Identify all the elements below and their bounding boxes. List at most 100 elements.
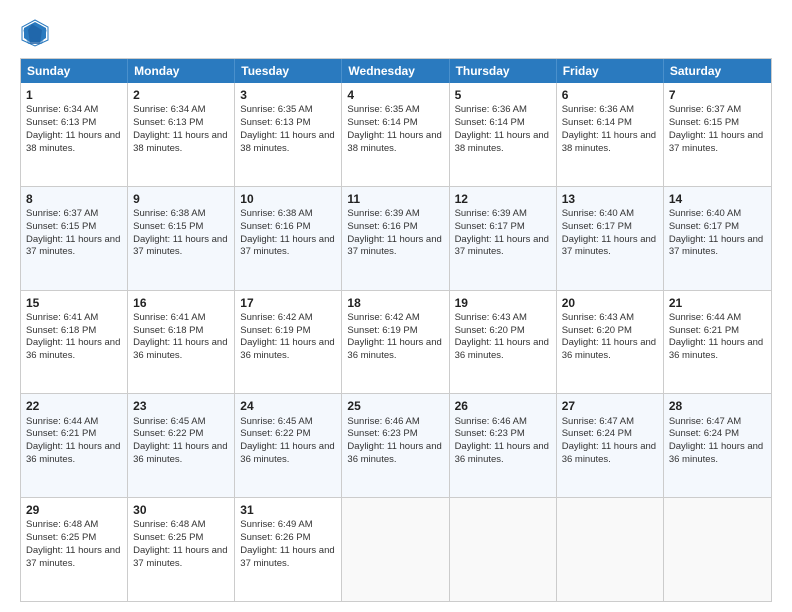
day-number: 25 bbox=[347, 398, 443, 414]
calendar-header-friday: Friday bbox=[557, 59, 664, 83]
day-number: 8 bbox=[26, 191, 122, 207]
calendar-body: 1 Sunrise: 6:34 AM Sunset: 6:13 PM Daylight… bbox=[21, 83, 771, 601]
sunrise-label: Sunrise: 6:40 AM bbox=[562, 208, 634, 219]
sunset-label: Sunset: 6:19 PM bbox=[347, 325, 417, 336]
calendar-cell: 6Sunrise: 6:36 AM Sunset: 6:14 PM Daylight… bbox=[557, 83, 664, 186]
page: SundayMondayTuesdayWednesdayThursdayFrid… bbox=[0, 0, 792, 612]
sunset-label: Sunset: 6:14 PM bbox=[455, 117, 525, 128]
calendar-cell: 31Sunrise: 6:49 AMSunset: 6:26 PMDayligh… bbox=[235, 498, 342, 601]
sunrise-label: Sunrise: 6:37 AM bbox=[26, 208, 98, 219]
daylight-label: Daylight: 11 hours and 37 minutes. bbox=[562, 234, 656, 258]
daylight-label: Daylight: 11 hours and 37 minutes. bbox=[669, 130, 763, 154]
daylight-label: Daylight: 11 hours and 38 minutes. bbox=[455, 130, 549, 154]
sunrise-label: Sunrise: 6:44 AM bbox=[26, 416, 98, 427]
sunset-label: Sunset: 6:15 PM bbox=[26, 221, 96, 232]
daylight-label: Daylight: 11 hours and 37 minutes. bbox=[133, 234, 227, 258]
sunset-label: Sunset: 6:20 PM bbox=[455, 325, 525, 336]
calendar-cell: 5Sunrise: 6:36 AMSunset: 6:14 PMDaylight… bbox=[450, 83, 557, 186]
calendar-cell: 13Sunrise: 6:40 AMSunset: 6:17 PMDayligh… bbox=[557, 187, 664, 290]
sunset-label: Sunset: 6:13 PM bbox=[240, 117, 310, 128]
daylight-label: Daylight: 11 hours and 36 minutes. bbox=[669, 337, 763, 361]
sunrise-label: Sunrise: 6:36 AM bbox=[562, 104, 634, 115]
daylight-label: Daylight: 11 hours and 37 minutes. bbox=[26, 545, 120, 569]
sunset-label: Sunset: 6:23 PM bbox=[347, 428, 417, 439]
day-number: 14 bbox=[669, 191, 766, 207]
day-number: 21 bbox=[669, 295, 766, 311]
daylight-label: Daylight: 11 hours and 36 minutes. bbox=[240, 441, 334, 465]
daylight-label: Daylight: 11 hours and 37 minutes. bbox=[240, 234, 334, 258]
sunrise-label: Sunrise: 6:47 AM bbox=[669, 416, 741, 427]
sunrise-label: Sunrise: 6:34 AM bbox=[133, 104, 205, 115]
sunset-label: Sunset: 6:17 PM bbox=[562, 221, 632, 232]
daylight-label: Daylight: 11 hours and 38 minutes. bbox=[26, 130, 120, 154]
daylight-label: Daylight: 11 hours and 36 minutes. bbox=[240, 337, 334, 361]
sunrise-label: Sunrise: 6:39 AM bbox=[347, 208, 419, 219]
sunset-label: Sunset: 6:25 PM bbox=[133, 532, 203, 543]
daylight-label: Daylight: 11 hours and 36 minutes. bbox=[562, 441, 656, 465]
calendar-cell: 17Sunrise: 6:42 AMSunset: 6:19 PMDayligh… bbox=[235, 291, 342, 394]
calendar-cell: 30Sunrise: 6:48 AMSunset: 6:25 PMDayligh… bbox=[128, 498, 235, 601]
calendar-cell: 11Sunrise: 6:39 AMSunset: 6:16 PMDayligh… bbox=[342, 187, 449, 290]
daylight-label: Daylight: 11 hours and 37 minutes. bbox=[455, 234, 549, 258]
sunset-label: Sunset: 6:17 PM bbox=[455, 221, 525, 232]
calendar-cell: 18Sunrise: 6:42 AMSunset: 6:19 PMDayligh… bbox=[342, 291, 449, 394]
calendar-header-thursday: Thursday bbox=[450, 59, 557, 83]
calendar-cell: 21Sunrise: 6:44 AMSunset: 6:21 PMDayligh… bbox=[664, 291, 771, 394]
day-number: 9 bbox=[133, 191, 229, 207]
day-number: 24 bbox=[240, 398, 336, 414]
day-number: 19 bbox=[455, 295, 551, 311]
calendar-header-saturday: Saturday bbox=[664, 59, 771, 83]
daylight-label: Daylight: 11 hours and 36 minutes. bbox=[455, 441, 549, 465]
sunset-label: Sunset: 6:20 PM bbox=[562, 325, 632, 336]
sunset-label: Sunset: 6:21 PM bbox=[26, 428, 96, 439]
calendar-cell: 14Sunrise: 6:40 AMSunset: 6:17 PMDayligh… bbox=[664, 187, 771, 290]
day-number: 27 bbox=[562, 398, 658, 414]
calendar-cell: 27Sunrise: 6:47 AMSunset: 6:24 PMDayligh… bbox=[557, 394, 664, 497]
daylight-label: Daylight: 11 hours and 36 minutes. bbox=[133, 441, 227, 465]
daylight-label: Daylight: 11 hours and 36 minutes. bbox=[347, 441, 441, 465]
day-number: 29 bbox=[26, 502, 122, 518]
calendar-header-tuesday: Tuesday bbox=[235, 59, 342, 83]
calendar-cell: 12Sunrise: 6:39 AMSunset: 6:17 PMDayligh… bbox=[450, 187, 557, 290]
calendar-header-wednesday: Wednesday bbox=[342, 59, 449, 83]
daylight-label: Daylight: 11 hours and 36 minutes. bbox=[26, 337, 120, 361]
daylight-label: Daylight: 11 hours and 36 minutes. bbox=[562, 337, 656, 361]
calendar-header-sunday: Sunday bbox=[21, 59, 128, 83]
sunset-label: Sunset: 6:13 PM bbox=[26, 117, 96, 128]
daylight-label: Daylight: 11 hours and 38 minutes. bbox=[133, 130, 227, 154]
calendar-cell: 4Sunrise: 6:35 AMSunset: 6:14 PMDaylight… bbox=[342, 83, 449, 186]
day-number: 6 bbox=[562, 87, 658, 103]
sunset-label: Sunset: 6:14 PM bbox=[562, 117, 632, 128]
sunrise-label: Sunrise: 6:38 AM bbox=[133, 208, 205, 219]
sunrise-label: Sunrise: 6:49 AM bbox=[240, 519, 312, 530]
day-number: 4 bbox=[347, 87, 443, 103]
day-number: 16 bbox=[133, 295, 229, 311]
day-number: 1 bbox=[26, 87, 122, 103]
sunrise-label: Sunrise: 6:39 AM bbox=[455, 208, 527, 219]
sunset-label: Sunset: 6:24 PM bbox=[669, 428, 739, 439]
daylight-label: Daylight: 11 hours and 36 minutes. bbox=[133, 337, 227, 361]
sunrise-label: Sunrise: 6:47 AM bbox=[562, 416, 634, 427]
sunrise-label: Sunrise: 6:43 AM bbox=[562, 312, 634, 323]
sunrise-label: Sunrise: 6:46 AM bbox=[347, 416, 419, 427]
daylight-label: Daylight: 11 hours and 37 minutes. bbox=[669, 234, 763, 258]
calendar-header: SundayMondayTuesdayWednesdayThursdayFrid… bbox=[21, 59, 771, 83]
calendar-cell: 16Sunrise: 6:41 AMSunset: 6:18 PMDayligh… bbox=[128, 291, 235, 394]
calendar-cell: 20Sunrise: 6:43 AMSunset: 6:20 PMDayligh… bbox=[557, 291, 664, 394]
sunrise-label: Sunrise: 6:35 AM bbox=[240, 104, 312, 115]
daylight-label: Daylight: 11 hours and 38 minutes. bbox=[562, 130, 656, 154]
calendar-cell bbox=[342, 498, 449, 601]
daylight-label: Daylight: 11 hours and 36 minutes. bbox=[347, 337, 441, 361]
daylight-label: Daylight: 11 hours and 38 minutes. bbox=[240, 130, 334, 154]
sunrise-label: Sunrise: 6:46 AM bbox=[455, 416, 527, 427]
day-number: 15 bbox=[26, 295, 122, 311]
calendar-cell: 26Sunrise: 6:46 AMSunset: 6:23 PMDayligh… bbox=[450, 394, 557, 497]
sunrise-label: Sunrise: 6:37 AM bbox=[669, 104, 741, 115]
calendar-cell bbox=[450, 498, 557, 601]
sunrise-label: Sunrise: 6:43 AM bbox=[455, 312, 527, 323]
daylight-label: Daylight: 11 hours and 37 minutes. bbox=[26, 234, 120, 258]
calendar-cell: 3Sunrise: 6:35 AMSunset: 6:13 PMDaylight… bbox=[235, 83, 342, 186]
calendar-cell: 28Sunrise: 6:47 AMSunset: 6:24 PMDayligh… bbox=[664, 394, 771, 497]
sunrise-label: Sunrise: 6:45 AM bbox=[133, 416, 205, 427]
sunrise-label: Sunrise: 6:42 AM bbox=[240, 312, 312, 323]
